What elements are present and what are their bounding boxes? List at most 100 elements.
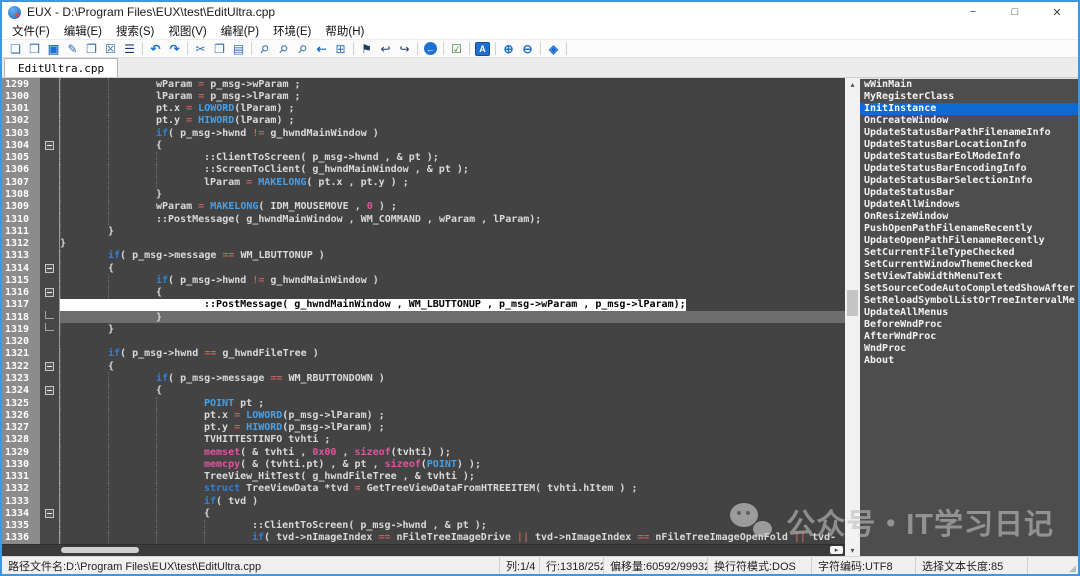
symbol-item-SetViewTabWidthMenuText[interactable]: SetViewTabWidthMenuText bbox=[860, 271, 1078, 283]
line-number[interactable]: 1326 bbox=[2, 409, 40, 421]
code-line-1304[interactable]: 1304{ bbox=[2, 139, 845, 151]
code-line-1335[interactable]: 1335::ClientToScreen( p_msg->hwnd , & pt… bbox=[2, 520, 845, 532]
symbol-item-UpdateOpenPathFilenameRecently[interactable]: UpdateOpenPathFilenameRecently bbox=[860, 235, 1078, 247]
fold-margin[interactable] bbox=[40, 139, 60, 151]
line-number[interactable]: 1306 bbox=[2, 164, 40, 176]
symbol-item-PushOpenPathFilenameRecently[interactable]: PushOpenPathFilenameRecently bbox=[860, 223, 1078, 235]
scroll-down-arrow-icon[interactable]: ▾ bbox=[845, 544, 860, 556]
line-number[interactable]: 1314 bbox=[2, 262, 40, 274]
code-line-1320[interactable]: 1320 bbox=[2, 336, 845, 348]
line-number[interactable]: 1325 bbox=[2, 397, 40, 409]
line-number[interactable]: 1313 bbox=[2, 250, 40, 262]
symbol-item-UpdateAllWindows[interactable]: UpdateAllWindows bbox=[860, 199, 1078, 211]
code-line-1318[interactable]: 1318} bbox=[2, 311, 845, 323]
fold-margin[interactable] bbox=[40, 360, 60, 372]
code-line-1309[interactable]: 1309wParam = MAKELONG( IDM_MOUSEMOVE , 0… bbox=[2, 201, 845, 213]
symbol-item-UpdateStatusBarEncodingInfo[interactable]: UpdateStatusBarEncodingInfo bbox=[860, 163, 1078, 175]
code-line-1302[interactable]: 1302pt.y = HIWORD(lParam) ; bbox=[2, 115, 845, 127]
file-list-icon[interactable]: ☰ bbox=[120, 41, 139, 57]
code-line-1305[interactable]: 1305::ClientToScreen( p_msg->hwnd , & pt… bbox=[2, 152, 845, 164]
line-number[interactable]: 1329 bbox=[2, 446, 40, 458]
code-line-1303[interactable]: 1303if( p_msg->hwnd != g_hwndMainWindow … bbox=[2, 127, 845, 139]
redo-icon[interactable]: ↷ bbox=[165, 41, 184, 57]
symbol-item-UpdateStatusBar[interactable]: UpdateStatusBar bbox=[860, 187, 1078, 199]
line-number[interactable]: 1336 bbox=[2, 532, 40, 544]
line-number[interactable]: 1330 bbox=[2, 458, 40, 470]
symbol-item-UpdateStatusBarEolModeInfo[interactable]: UpdateStatusBarEolModeInfo bbox=[860, 151, 1078, 163]
save-as-icon[interactable]: ✎ bbox=[63, 41, 82, 57]
symbol-item-MyRegisterClass[interactable]: MyRegisterClass bbox=[860, 91, 1078, 103]
line-number[interactable]: 1321 bbox=[2, 348, 40, 360]
menu-item-edit[interactable]: 编辑(E) bbox=[62, 23, 104, 39]
line-number[interactable]: 1331 bbox=[2, 471, 40, 483]
symbol-item-AfterWndProc[interactable]: AfterWndProc bbox=[860, 331, 1078, 343]
line-number[interactable]: 1300 bbox=[2, 90, 40, 102]
symbol-item-OnCreateWindow[interactable]: OnCreateWindow bbox=[860, 115, 1078, 127]
code-line-1331[interactable]: 1331TreeView_HitTest( g_hwndFileTree , &… bbox=[2, 471, 845, 483]
code-line-1310[interactable]: 1310::PostMessage( g_hwndMainWindow , WM… bbox=[2, 213, 845, 225]
symbol-item-SetCurrentWindowThemeChecked[interactable]: SetCurrentWindowThemeChecked bbox=[860, 259, 1078, 271]
symbol-item-wWinMain[interactable]: wWinMain bbox=[860, 79, 1078, 91]
line-number[interactable]: 1319 bbox=[2, 323, 40, 335]
fold-collapse-icon[interactable] bbox=[45, 386, 54, 395]
code-line-1334[interactable]: 1334{ bbox=[2, 507, 845, 519]
syntax-color-icon[interactable]: A bbox=[473, 41, 492, 57]
open-file-icon[interactable]: ❒ bbox=[25, 41, 44, 57]
line-number[interactable]: 1305 bbox=[2, 152, 40, 164]
menu-item-environment[interactable]: 环境(E) bbox=[271, 23, 313, 39]
code-line-1324[interactable]: 1324{ bbox=[2, 385, 845, 397]
scroll-up-arrow-icon[interactable]: ▴ bbox=[845, 78, 860, 90]
code-line-1322[interactable]: 1322{ bbox=[2, 360, 845, 372]
fold-margin[interactable] bbox=[40, 507, 60, 519]
line-number[interactable]: 1302 bbox=[2, 115, 40, 127]
horizontal-scrollbar[interactable]: ▸ bbox=[2, 544, 845, 556]
code-line-1319[interactable]: 1319} bbox=[2, 323, 845, 335]
symbol-item-OnResizeWindow[interactable]: OnResizeWindow bbox=[860, 211, 1078, 223]
fold-margin[interactable] bbox=[40, 385, 60, 397]
line-number[interactable]: 1318 bbox=[2, 311, 40, 323]
line-number[interactable]: 1309 bbox=[2, 201, 40, 213]
symbol-item-SetCurrentFileTypeChecked[interactable]: SetCurrentFileTypeChecked bbox=[860, 247, 1078, 259]
code-line-1301[interactable]: 1301pt.x = LOWORD(lParam) ; bbox=[2, 103, 845, 115]
save-icon[interactable]: ▣ bbox=[44, 41, 63, 57]
fold-collapse-icon[interactable] bbox=[45, 264, 54, 273]
code-line-1314[interactable]: 1314{ bbox=[2, 262, 845, 274]
line-number[interactable]: 1307 bbox=[2, 176, 40, 188]
line-number[interactable]: 1304 bbox=[2, 139, 40, 151]
line-number[interactable]: 1333 bbox=[2, 495, 40, 507]
line-number[interactable]: 1332 bbox=[2, 483, 40, 495]
vertical-scrollbar-thumb[interactable] bbox=[847, 290, 858, 316]
line-number[interactable]: 1335 bbox=[2, 520, 40, 532]
line-number[interactable]: 1316 bbox=[2, 287, 40, 299]
code-line-1330[interactable]: 1330memcpy( & (tvhti.pt) , & pt , sizeof… bbox=[2, 458, 845, 470]
symbol-item-BeforeWndProc[interactable]: BeforeWndProc bbox=[860, 319, 1078, 331]
menu-item-file[interactable]: 文件(F) bbox=[10, 23, 52, 39]
code-line-1323[interactable]: 1323if( p_msg->message == WM_RBUTTONDOWN… bbox=[2, 372, 845, 384]
menu-item-help[interactable]: 帮助(H) bbox=[323, 23, 366, 39]
line-number[interactable]: 1324 bbox=[2, 385, 40, 397]
symbol-item-SetSourceCodeAutoCompletedShowAfter[interactable]: SetSourceCodeAutoCompletedShowAfter bbox=[860, 283, 1078, 295]
vertical-scrollbar[interactable]: ▴ ▾ bbox=[845, 78, 860, 556]
line-number[interactable]: 1334 bbox=[2, 507, 40, 519]
back-icon[interactable]: ← bbox=[421, 41, 440, 57]
line-number[interactable]: 1310 bbox=[2, 213, 40, 225]
code-line-1317[interactable]: 1317::PostMessage( g_hwndMainWindow , WM… bbox=[2, 299, 845, 311]
menu-item-program[interactable]: 编程(P) bbox=[219, 23, 261, 39]
line-number[interactable]: 1311 bbox=[2, 225, 40, 237]
code-line-1308[interactable]: 1308} bbox=[2, 188, 845, 200]
fold-collapse-icon[interactable] bbox=[45, 362, 54, 371]
close-button[interactable]: ✕ bbox=[1036, 2, 1078, 22]
symbol-item-UpdateAllMenus[interactable]: UpdateAllMenus bbox=[860, 307, 1078, 319]
code-line-1300[interactable]: 1300lParam = p_msg->lParam ; bbox=[2, 90, 845, 102]
zoom-out-icon[interactable]: ⊖ bbox=[518, 41, 537, 57]
line-number[interactable]: 1299 bbox=[2, 78, 40, 90]
code-line-1328[interactable]: 1328TVHITTESTINFO tvhti ; bbox=[2, 434, 845, 446]
code-line-1307[interactable]: 1307lParam = MAKELONG( pt.x , pt.y ) ; bbox=[2, 176, 845, 188]
new-file-icon[interactable]: ❏ bbox=[6, 41, 25, 57]
cut-icon[interactable]: ✂ bbox=[191, 41, 210, 57]
code-line-1315[interactable]: 1315if( p_msg->hwnd != g_hwndMainWindow … bbox=[2, 274, 845, 286]
save-all-icon[interactable]: ❐ bbox=[82, 41, 101, 57]
prev-bookmark-icon[interactable]: ↩ bbox=[376, 41, 395, 57]
fold-margin[interactable] bbox=[40, 287, 60, 299]
code-line-1327[interactable]: 1327pt.y = HIWORD(p_msg->lParam) ; bbox=[2, 421, 845, 433]
